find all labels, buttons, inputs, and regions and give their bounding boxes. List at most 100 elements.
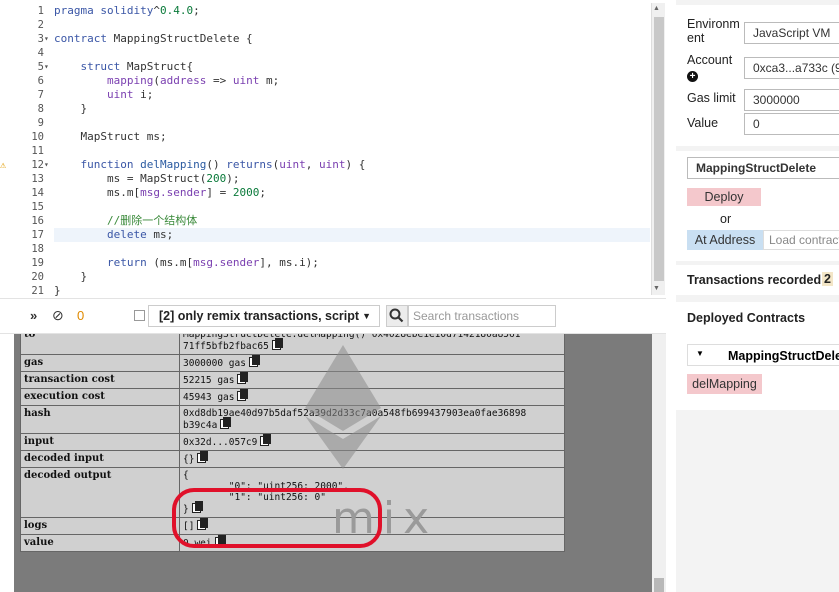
tx-value: 45943 gas: [183, 392, 235, 403]
line-number: 7: [37, 89, 44, 101]
code-line[interactable]: 1 pragma solidity^0.4.0;: [38, 4, 650, 18]
code-token: delete: [106, 228, 147, 241]
code-token: msg.sender: [193, 256, 260, 269]
code-line[interactable]: 13 ms = MapStruct(200);: [31, 172, 650, 186]
deploy-button[interactable]: Deploy: [687, 188, 761, 206]
code-line[interactable]: 12 ⚠ ▾ function delMapping() returns(uint,…: [0, 158, 650, 172]
line-number: 13: [31, 173, 44, 185]
highlight-annotation: [172, 488, 382, 548]
scroll-up-icon[interactable]: ▲: [653, 5, 660, 12]
code-token: returns: [226, 158, 273, 171]
code-line[interactable]: 11: [31, 144, 650, 158]
code-line[interactable]: 15: [31, 200, 650, 214]
code-token: return: [106, 256, 147, 269]
code-line[interactable]: 17 delete ms;: [31, 228, 650, 242]
gas-limit-input[interactable]: 3000000: [744, 89, 839, 111]
pending-tx-count: 0: [77, 308, 85, 323]
tx-row: transaction cost 52215 gas: [20, 371, 565, 389]
tx-row: to MappingStructDelete.delMapping() 0x402…: [20, 334, 565, 355]
code-token: (ms.m[: [146, 256, 194, 269]
copy-icon[interactable]: [237, 389, 249, 401]
tx-row: hash0xd8db19ae40d97b5daf52a39d2d33c7a0a5…: [20, 405, 565, 434]
tx-key: hash: [20, 405, 180, 434]
contract-select[interactable]: MappingStructDelete: [687, 157, 839, 179]
line-number: 21: [31, 285, 44, 297]
code-line[interactable]: 20 }: [31, 270, 650, 284]
fold-icon[interactable]: ▾: [44, 60, 49, 74]
tx-value: 3000000 gas: [183, 358, 246, 369]
tx-key: value: [20, 534, 180, 552]
copy-icon[interactable]: [220, 417, 232, 429]
at-address-button[interactable]: At Address: [687, 230, 763, 250]
line-number: 5: [37, 61, 44, 73]
tx-key: execution cost: [20, 388, 180, 406]
code-token: ms;: [146, 228, 174, 241]
code-line[interactable]: 16 //删除一个结构体: [31, 214, 650, 228]
listen-network-checkbox[interactable]: [134, 310, 145, 321]
terminal-scroll-thumb[interactable]: [654, 578, 664, 592]
deployed-contracts-section: Deployed Contracts ▼ MappingStructDele d…: [676, 302, 839, 410]
code-line[interactable]: 6 mapping(address => uint m;: [38, 74, 650, 88]
copy-icon[interactable]: [271, 338, 283, 350]
line-number: 12: [31, 159, 44, 171]
tx-filter-label: [2] only remix transactions, script: [159, 309, 360, 323]
code-token: MappingStructDelete {: [106, 32, 253, 45]
code-area[interactable]: 1 pragma solidity^0.4.0; 2 3 ▾ contract Mappi…: [0, 4, 650, 298]
line-number: 18: [31, 243, 44, 255]
run-panel: Environm ent JavaScript VM Account + 0xc…: [676, 0, 839, 592]
scroll-down-icon[interactable]: ▼: [653, 285, 660, 292]
terminal-scrollbar[interactable]: [652, 334, 666, 592]
load-contract-input[interactable]: Load contract: [763, 230, 839, 250]
code-line[interactable]: 14 ms.m[msg.sender] = 2000;: [31, 186, 650, 200]
code-line[interactable]: 9: [38, 116, 650, 130]
code-token: ] =: [206, 186, 233, 199]
copy-icon[interactable]: [248, 355, 260, 367]
code-line[interactable]: 19 return (ms.m[msg.sender], ms.i);: [31, 256, 650, 270]
add-account-icon[interactable]: +: [687, 68, 698, 82]
clear-console-icon[interactable]: ⊘: [52, 307, 64, 324]
warning-icon[interactable]: ⚠: [0, 159, 6, 173]
code-line[interactable]: 8 }: [38, 102, 650, 116]
code-line[interactable]: 4: [38, 46, 650, 60]
code-line[interactable]: 3 ▾ contract MappingStructDelete {: [38, 32, 650, 46]
fold-icon[interactable]: ▾: [44, 32, 49, 46]
environment-select[interactable]: JavaScript VM: [744, 22, 839, 44]
code-token: MapStruct{: [120, 60, 194, 73]
code-editor[interactable]: 1 pragma solidity^0.4.0; 2 3 ▾ contract Mappi…: [0, 0, 666, 298]
value-input[interactable]: 0: [744, 113, 839, 135]
code-line[interactable]: 18: [31, 242, 650, 256]
editor-scrollbar[interactable]: ▲ ▼: [651, 3, 665, 295]
copy-icon[interactable]: [197, 451, 209, 463]
code-line[interactable]: 7 uint i;: [38, 88, 650, 102]
collapse-terminal-icon[interactable]: »: [30, 308, 37, 323]
transactions-recorded-section[interactable]: Transactions recorded: 2: [676, 265, 839, 295]
code-line[interactable]: 2: [38, 18, 650, 32]
delmapping-method-button[interactable]: delMapping: [687, 374, 762, 394]
code-token: ms = MapStruct(: [54, 172, 207, 185]
fold-icon[interactable]: ▾: [44, 158, 49, 172]
copy-icon[interactable]: [237, 372, 249, 384]
line-number: 20: [31, 271, 44, 283]
line-number: 8: [37, 103, 44, 115]
editor-scroll-thumb[interactable]: [654, 17, 664, 281]
account-select[interactable]: 0xca3...a733c (9: [744, 57, 839, 79]
search-transactions-input[interactable]: Search transactions: [408, 305, 556, 327]
caret-down-icon[interactable]: ▼: [696, 349, 704, 358]
deployed-instance[interactable]: ▼ MappingStructDele: [687, 344, 839, 366]
tx-filter-select[interactable]: [2] only remix transactions, script ▼: [148, 305, 380, 327]
tx-value: 0x32d...057c9: [183, 437, 258, 448]
code-line[interactable]: 5 ▾ struct MapStruct{: [38, 60, 650, 74]
code-line[interactable]: 21}: [31, 284, 650, 298]
copy-icon[interactable]: [260, 434, 272, 446]
code-line[interactable]: 10 MapStruct ms;: [31, 130, 650, 144]
deploy-section: MappingStructDelete Deploy or At Address…: [676, 151, 839, 261]
search-button[interactable]: [386, 305, 408, 327]
line-number: 4: [37, 47, 44, 59]
code-token: delMapping: [140, 158, 207, 171]
tx-row: input 0x32d...057c9: [20, 433, 565, 451]
